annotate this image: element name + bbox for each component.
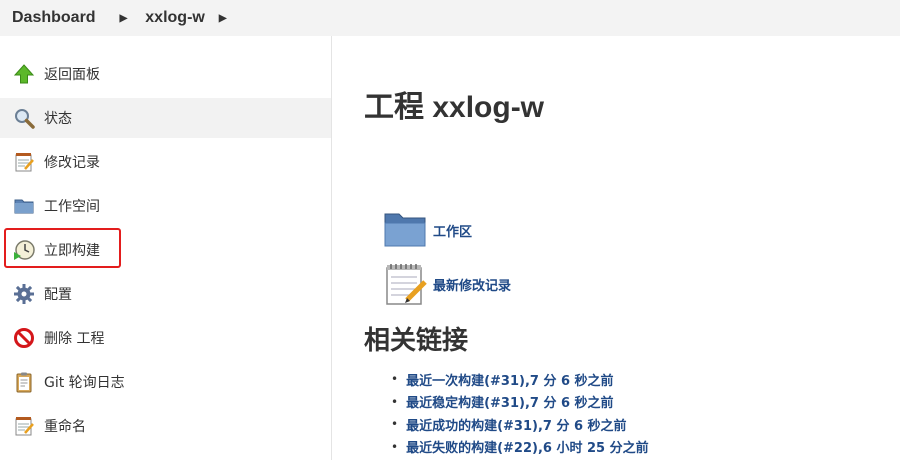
latest-changes-link[interactable]: 最新修改记录 bbox=[433, 275, 511, 294]
gear-icon bbox=[12, 282, 36, 306]
related-links-list: 最近一次构建(#31),7 分 6 秒之前 最近稳定构建(#31),7 分 6 … bbox=[391, 368, 649, 458]
sidebar-item-label: 重命名 bbox=[44, 419, 86, 435]
sidebar-item-label: 立即构建 bbox=[44, 243, 100, 259]
sidebar-item-workspace[interactable]: 工作空间 bbox=[0, 186, 331, 226]
clipboard-icon bbox=[12, 370, 36, 394]
magnifier-icon bbox=[12, 106, 36, 130]
list-item: 最近成功的构建(#31),7 分 6 秒之前 bbox=[391, 413, 649, 436]
list-item: 最近失败的构建(#22),6 小时 25 分之前 bbox=[391, 436, 649, 459]
sidebar-item-status[interactable]: 状态 bbox=[0, 98, 331, 138]
sidebar-item-rename[interactable]: 重命名 bbox=[0, 406, 331, 446]
sidebar: 返回面板 状态 修改记录 工作空间 立即构建 配置 删除 工程 Git 轮询日志… bbox=[0, 36, 332, 460]
workspace-link[interactable]: 工作区 bbox=[433, 221, 472, 240]
notepad-icon bbox=[12, 150, 36, 174]
sidebar-item-delete-project[interactable]: 删除 工程 bbox=[0, 318, 331, 358]
notepad-icon bbox=[383, 262, 427, 306]
main-content: 工程 xxlog-w 工作区 最新修改记录 相关链接 最近一次构建(#31),7… bbox=[333, 36, 900, 460]
sidebar-item-label: 修改记录 bbox=[44, 155, 100, 171]
sidebar-item-git-polling-log[interactable]: Git 轮询日志 bbox=[0, 362, 331, 402]
last-successful-build-link[interactable]: 最近成功的构建(#31),7 分 6 秒之前 bbox=[406, 415, 626, 434]
sidebar-item-label: 状态 bbox=[44, 111, 72, 127]
sidebar-item-label: 配置 bbox=[44, 287, 72, 303]
workspace-tile[interactable]: 工作区 bbox=[383, 208, 472, 252]
list-item: 最近一次构建(#31),7 分 6 秒之前 bbox=[391, 368, 649, 391]
notepad-icon bbox=[12, 414, 36, 438]
last-failed-build-link[interactable]: 最近失败的构建(#22),6 小时 25 分之前 bbox=[406, 437, 649, 456]
folder-icon bbox=[383, 208, 427, 252]
latest-changes-tile[interactable]: 最新修改记录 bbox=[383, 262, 511, 306]
page-title: 工程 xxlog-w bbox=[364, 91, 545, 124]
sidebar-item-build-now[interactable]: 立即构建 bbox=[0, 230, 331, 270]
list-item: 最近稳定构建(#31),7 分 6 秒之前 bbox=[391, 391, 649, 414]
breadcrumb-project[interactable]: xxlog-w bbox=[145, 9, 205, 27]
sidebar-item-label: 返回面板 bbox=[44, 67, 100, 83]
up-arrow-icon bbox=[12, 62, 36, 86]
breadcrumb-separator-icon[interactable]: ▶ bbox=[120, 13, 128, 24]
build-clock-icon bbox=[12, 238, 36, 262]
sidebar-item-changes[interactable]: 修改记录 bbox=[0, 142, 331, 182]
sidebar-item-label: 删除 工程 bbox=[44, 331, 105, 347]
sidebar-item-label: Git 轮询日志 bbox=[44, 375, 125, 391]
sidebar-item-configure[interactable]: 配置 bbox=[0, 274, 331, 314]
sidebar-item-back-to-dashboard[interactable]: 返回面板 bbox=[0, 54, 331, 94]
breadcrumb-separator-icon[interactable]: ▶ bbox=[219, 13, 227, 24]
sidebar-item-label: 工作空间 bbox=[44, 199, 100, 215]
last-build-link[interactable]: 最近一次构建(#31),7 分 6 秒之前 bbox=[406, 370, 613, 389]
last-stable-build-link[interactable]: 最近稳定构建(#31),7 分 6 秒之前 bbox=[406, 392, 613, 411]
breadcrumb: Dashboard ▶ xxlog-w ▶ bbox=[0, 0, 900, 36]
related-links-heading: 相关链接 bbox=[364, 326, 469, 356]
breadcrumb-dashboard[interactable]: Dashboard bbox=[12, 9, 96, 27]
folder-icon bbox=[12, 194, 36, 218]
no-entry-icon bbox=[12, 326, 36, 350]
